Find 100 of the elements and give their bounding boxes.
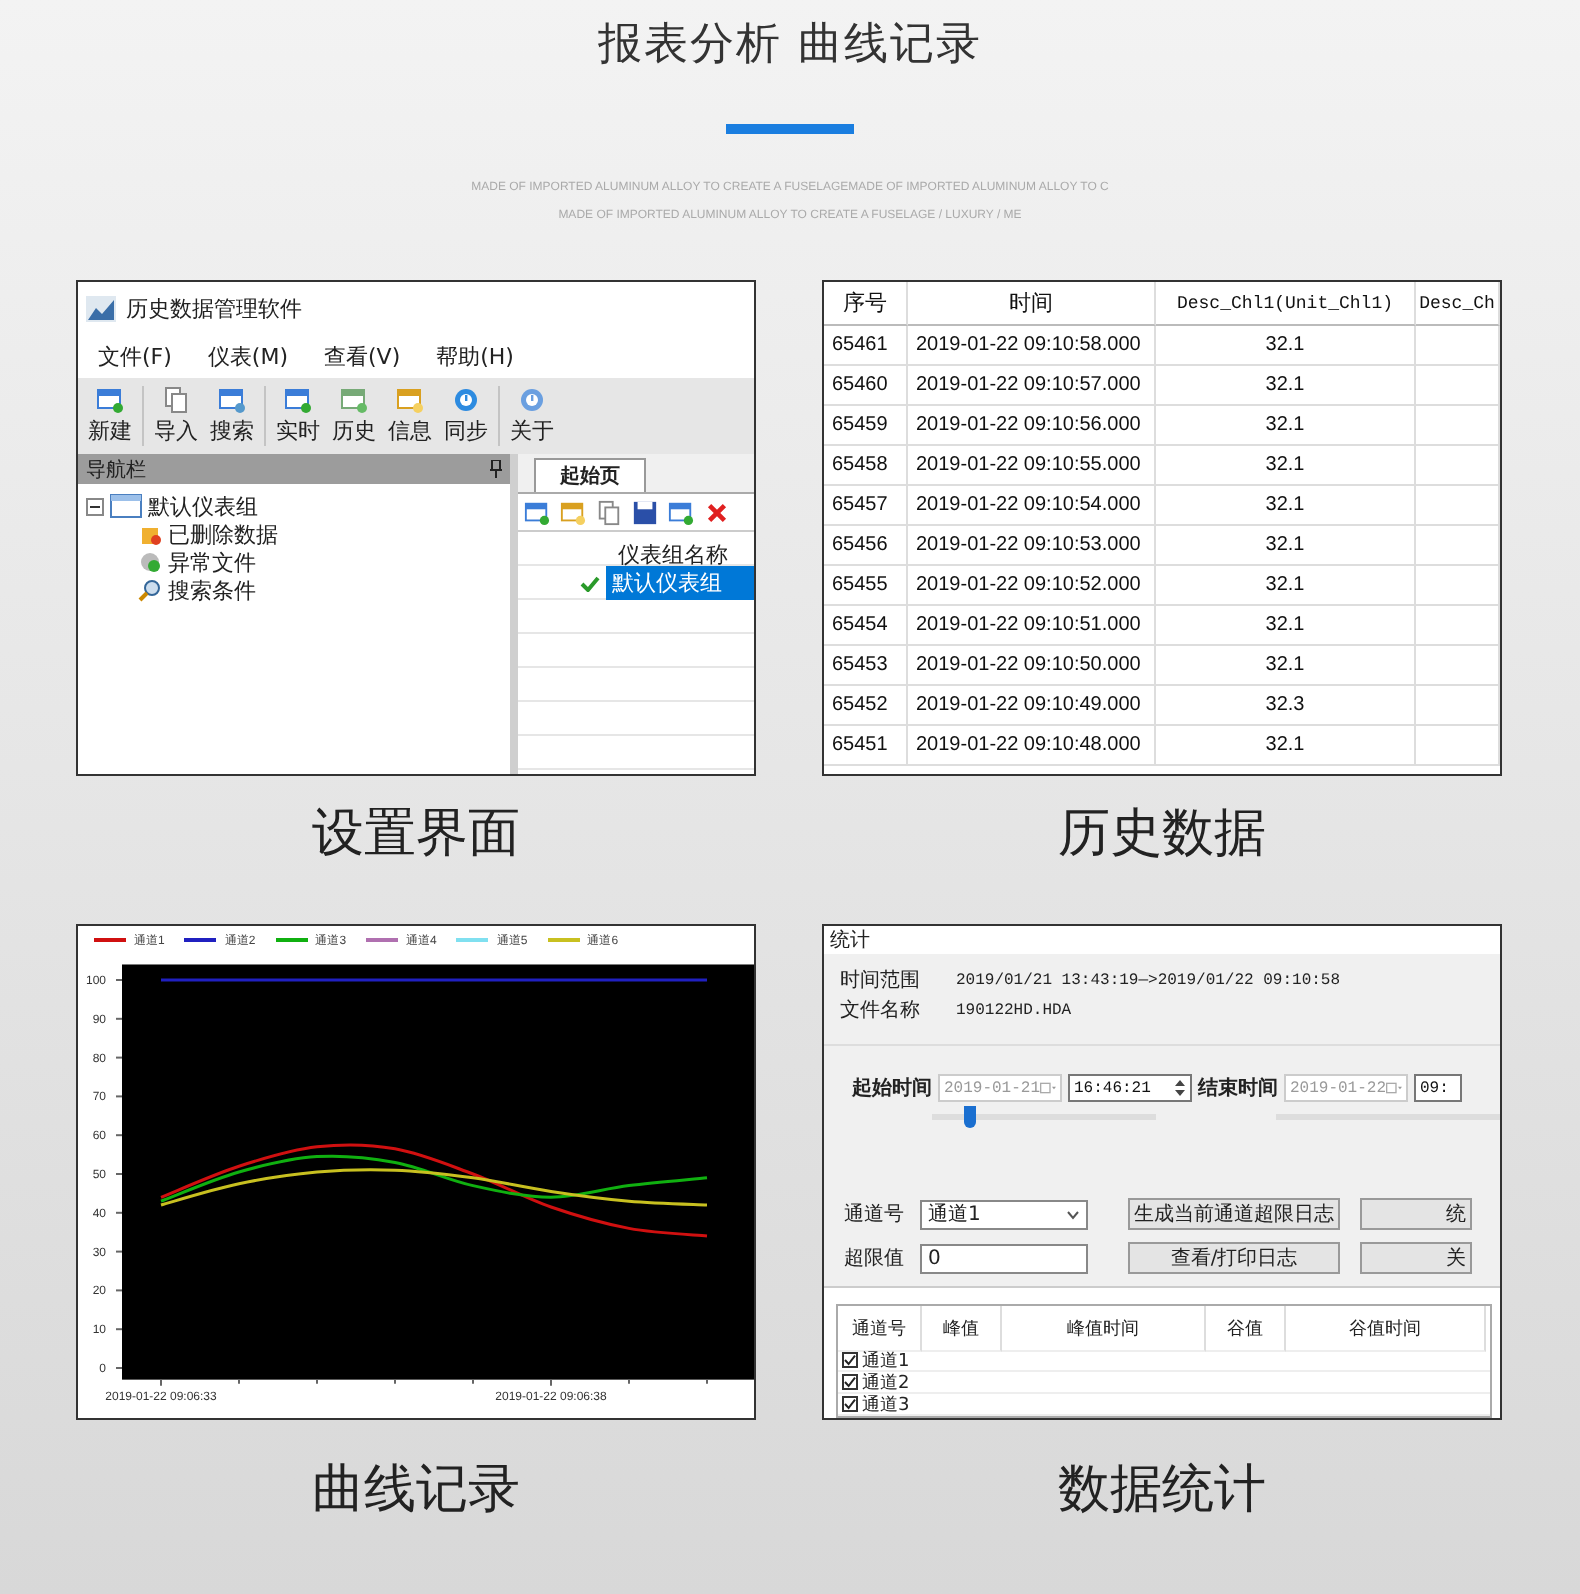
field-label: 文件名称: [840, 997, 922, 1024]
collapse-icon[interactable]: [86, 497, 104, 515]
tab[interactable]: 起始页: [534, 458, 646, 492]
column-header: Desc_Ch: [1416, 282, 1500, 326]
table-cell: 32.1: [1156, 366, 1416, 406]
table-cell: [1416, 726, 1500, 766]
table-cell: 65451: [824, 726, 908, 766]
toolbar-button[interactable]: 新建: [88, 386, 132, 446]
calendar-icon: [1386, 1080, 1402, 1096]
window-title: 历史数据管理软件: [126, 293, 302, 323]
bin-icon: [138, 522, 162, 546]
chart-icon: [86, 295, 116, 321]
nav-title: 导航栏: [86, 457, 146, 483]
slider-thumb[interactable]: [964, 1106, 977, 1128]
window-icon: [524, 499, 550, 525]
tree-item[interactable]: 搜索条件: [168, 577, 256, 603]
toolbar-button[interactable]: 历史: [332, 386, 376, 446]
table-cell: 2019-01-22 09:10:54.000: [908, 486, 1156, 526]
title-underline: [726, 124, 854, 134]
field-value: 190122HD.HDA: [956, 1001, 1074, 1019]
pin-icon[interactable]: [490, 460, 502, 478]
channel-label: 通道1: [862, 1349, 910, 1373]
channel-dropdown[interactable]: 通道1: [920, 1199, 1088, 1229]
checked-box-icon[interactable]: [842, 1396, 858, 1412]
toolbar-button[interactable]: 导入: [154, 386, 198, 446]
field-label: 超限值: [844, 1245, 906, 1272]
column-header: 谷值时间: [1286, 1306, 1486, 1352]
circle-icon: [452, 386, 480, 414]
table-cell: 32.1: [1156, 646, 1416, 686]
tree-item[interactable]: 异常文件: [168, 549, 256, 575]
toolbar-button[interactable]: 信息: [388, 386, 432, 446]
table-cell: 32.1: [1156, 606, 1416, 646]
menu-item[interactable]: 帮助(H): [436, 341, 514, 371]
table-cell: 65457: [824, 486, 908, 526]
folder-icon: [110, 494, 142, 518]
tree-item[interactable]: 已删除数据: [168, 521, 278, 547]
chevron-icon: [1066, 1209, 1080, 1219]
table-cell: [1416, 366, 1500, 406]
field-label: 起始时间: [852, 1075, 932, 1102]
column-header: 峰值时间: [1002, 1306, 1206, 1352]
magnifier-icon: [138, 578, 162, 602]
column-header: 序号: [824, 282, 908, 326]
circle-icon: [518, 386, 546, 414]
window-icon: [560, 499, 586, 525]
column-header: 仪表组名称: [616, 539, 730, 571]
table-cell: 32.1: [1156, 566, 1416, 606]
caption: 曲线记录: [312, 1460, 520, 1520]
field-value: 2019/01/21 13:43:19—>2019/01/22 09:10:58: [956, 971, 1343, 989]
field-label: 结束时间: [1198, 1075, 1278, 1102]
menu-item[interactable]: 文件(F): [98, 341, 172, 371]
table-cell: [1416, 526, 1500, 566]
table-cell: 2019-01-22 09:10:55.000: [908, 446, 1156, 486]
table-cell: 32.1: [1156, 446, 1416, 486]
toolbar-button[interactable]: 同步: [444, 386, 488, 446]
toolbar-button[interactable]: 搜索: [210, 386, 254, 446]
toolbar-button[interactable]: 关于: [510, 386, 554, 446]
field-label: 通道号: [844, 1201, 906, 1228]
table-cell: [1416, 446, 1500, 486]
table-cell: 65460: [824, 366, 908, 406]
table-cell: 2019-01-22 09:10:58.000: [908, 326, 1156, 366]
table-cell: 2019-01-22 09:10:48.000: [908, 726, 1156, 766]
date-field: 2019-01-22: [1284, 1074, 1408, 1102]
menu-item[interactable]: 查看(V): [324, 341, 401, 371]
checked-box-icon[interactable]: [842, 1352, 858, 1368]
table-cell: 65452: [824, 686, 908, 726]
date-field: 2019-01-21: [938, 1074, 1062, 1102]
table-cell: [1416, 686, 1500, 726]
print-button[interactable]: 查看/打印日志: [1128, 1242, 1340, 1274]
input-field[interactable]: 0: [920, 1243, 1088, 1273]
window-icon: [96, 386, 124, 414]
menu-item[interactable]: 仪表(M): [207, 341, 288, 371]
table-cell: 65459: [824, 406, 908, 446]
table-cell: [1416, 566, 1500, 606]
table-cell: 32.1: [1156, 406, 1416, 446]
pages-icon: [162, 386, 190, 414]
pages-icon: [596, 499, 622, 525]
calendar-icon: [1040, 1080, 1056, 1096]
window-icon: [396, 386, 424, 414]
table-cell: [1416, 406, 1500, 446]
table-cell: 2019-01-22 09:10:51.000: [908, 606, 1156, 646]
column-header: 时间: [908, 282, 1156, 326]
checked-box-icon[interactable]: [842, 1374, 858, 1390]
column-header: Desc_Chl1(Unit_Chl1): [1156, 282, 1416, 326]
toolbar-button[interactable]: 实时: [276, 386, 320, 446]
table-cell[interactable]: 默认仪表组: [606, 566, 754, 600]
close-button[interactable]: 关: [1360, 1242, 1472, 1274]
table-cell: 2019-01-22 09:10:57.000: [908, 366, 1156, 406]
window-icon: [218, 386, 246, 414]
spinner-icon[interactable]: [1174, 1078, 1186, 1098]
table-cell: 65454: [824, 606, 908, 646]
window-icon: [340, 386, 368, 414]
time-field[interactable]: 09:: [1414, 1074, 1462, 1102]
log-button[interactable]: 生成当前通道超限日志: [1128, 1198, 1340, 1230]
window-icon: [284, 386, 312, 414]
stats-button[interactable]: 统: [1360, 1198, 1472, 1230]
window-title: 统计: [830, 927, 870, 954]
time-field[interactable]: 16:46:21: [1068, 1074, 1192, 1102]
tree-item[interactable]: 默认仪表组: [148, 493, 258, 519]
table-cell: [1416, 486, 1500, 526]
table-cell: 65455: [824, 566, 908, 606]
